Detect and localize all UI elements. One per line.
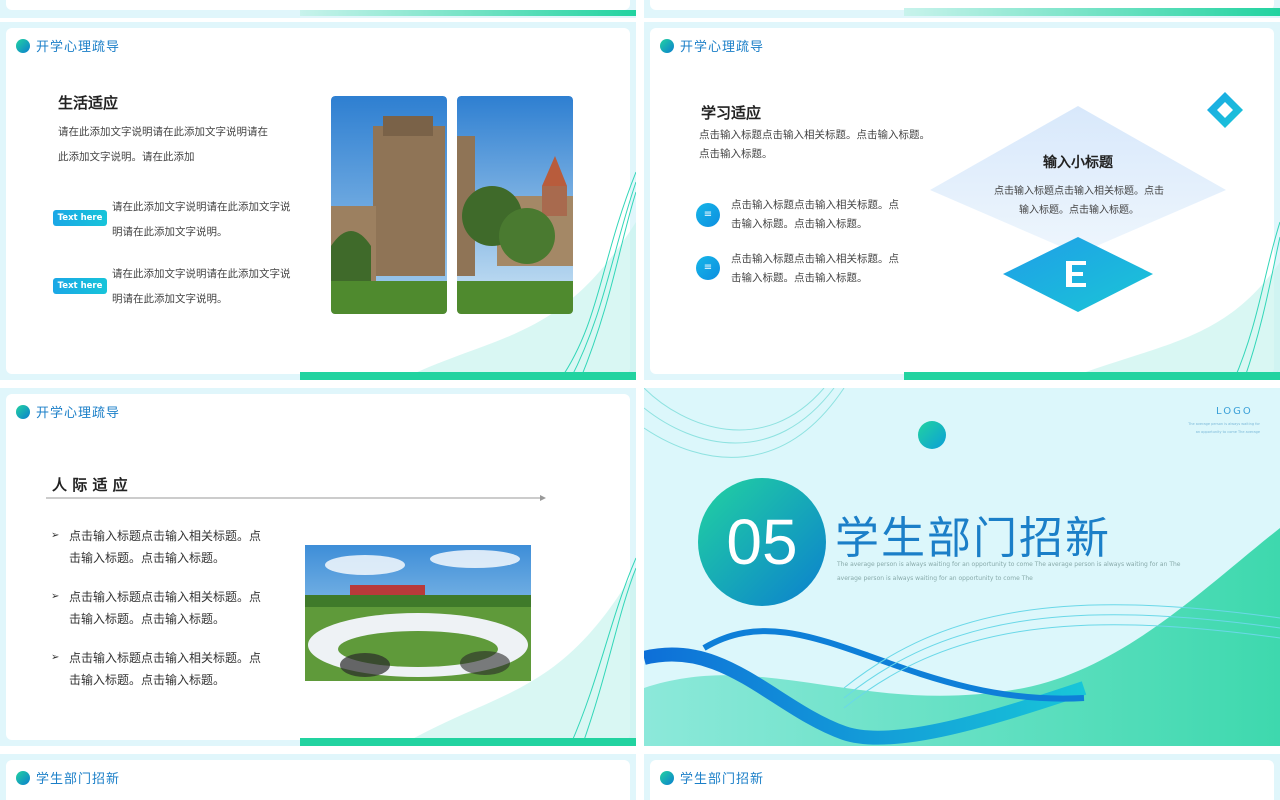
document-icon: ≡ (696, 256, 720, 280)
section-paragraph: 点击输入标题点击输入相关标题。点击输入标题。点击输入标题。 (699, 129, 930, 160)
item-text: 点击输入标题点击输入相关标题。点击输入标题。点击输入标题。 (731, 253, 899, 284)
bullet-item: ➢ 点击输入标题点击输入相关标题。点击输入标题。点击输入标题。 (51, 586, 269, 630)
arrow-bullet-icon: ➢ (51, 591, 60, 602)
slide-study-adaptation[interactable]: 开学心理疏导 学习适应 点击输入标题点击输入相关标题。点击输入标题。点击输入标题… (644, 22, 1280, 380)
header-label: 开学心理疏导 (680, 40, 765, 55)
title-underline-arrow (46, 495, 546, 501)
header-label: 开学心理疏导 (36, 40, 121, 55)
bullet-dot-icon (16, 38, 30, 53)
slide-header: 开学心理疏导 (16, 402, 120, 421)
header-label: 学生部门招新 (680, 772, 765, 787)
slide-student-recruit-right[interactable]: 学生部门招新 (644, 754, 1280, 800)
section-number: 05 (726, 506, 798, 578)
slide-student-recruit-left[interactable]: 学生部门招新 (0, 754, 636, 800)
slide-section-05[interactable]: LOGO The average person is always waitin… (644, 388, 1280, 746)
item-text: 请在此添加文字说明请在此添加文字说明请在此添加文字说明。 (112, 201, 291, 238)
header-label: 开学心理疏导 (36, 406, 121, 421)
wave-decoration (904, 8, 1280, 16)
bullet-item: ➢ 点击输入标题点击输入相关标题。点击输入标题。点击输入标题。 (51, 647, 269, 691)
section-title: 学习适应 (701, 104, 762, 122)
arrow-bullet-icon: ➢ (51, 530, 60, 541)
section-title: 人 际 适 应 (52, 476, 128, 494)
bullet-dot-icon (660, 38, 674, 53)
item-text: 请在此添加文字说明请在此添加文字说明请在此添加文字说明。 (112, 268, 291, 305)
text-here-badge[interactable]: Text here (53, 278, 107, 294)
students-group-photo (305, 545, 531, 681)
logo-text: LOGO (1216, 406, 1253, 417)
wave-decoration (300, 10, 636, 16)
section-title: 生活适应 (58, 94, 119, 112)
slide-header: 开学心理疏导 (16, 36, 120, 55)
bullet-dot-icon (660, 770, 674, 785)
decorative-ball (918, 421, 946, 449)
logo-subtitle: The average person is always waiting for… (1188, 422, 1260, 434)
slide-life-adaptation[interactable]: 开学心理疏导 生活适应 请在此添加文字说明请在此添加文字说明请在此添加文字说明。… (0, 22, 636, 380)
panel (6, 0, 630, 10)
arrow-bullet-icon: ➢ (51, 652, 60, 663)
slide-header: 学生部门招新 (660, 768, 764, 787)
section-paragraph: 请在此添加文字说明请在此添加文字说明请在此添加文字说明。请在此添加 (58, 126, 268, 163)
section-title: 学生部门招新 (835, 513, 1111, 564)
diamond-text: 点击输入标题点击输入相关标题。点击输入标题。点击输入标题。 (994, 186, 1164, 216)
bullet-item: ➢ 点击输入标题点击输入相关标题。点击输入标题。点击输入标题。 (51, 525, 269, 569)
diamond-title: 输入小标题 (1043, 155, 1113, 171)
section-subtitle: The average person is always waiting for… (837, 561, 1181, 582)
campus-building-photo-left (331, 96, 447, 314)
slide-header: 开学心理疏导 (660, 36, 764, 55)
bullet-dot-icon (16, 404, 30, 419)
bullet-dot-icon (16, 770, 30, 785)
slide-top-left (0, 0, 636, 18)
text-here-badge[interactable]: Text here (53, 210, 107, 226)
slide-social-adaptation[interactable]: 开学心理疏导 人 际 适 应 ➢ 点击输入标题点击输入相关标题。点击输入标题。点击… (0, 388, 636, 746)
document-icon: ≡ (696, 203, 720, 227)
section-number-circle: 05 (698, 478, 826, 606)
campus-building-photo-right (457, 96, 573, 314)
header-label: 学生部门招新 (36, 772, 121, 787)
item-text: 点击输入标题点击输入相关标题。点击输入标题。点击输入标题。 (731, 199, 899, 230)
slide-top-right (644, 0, 1280, 18)
logo-diamond-icon (1207, 92, 1243, 128)
slide-header: 学生部门招新 (16, 768, 120, 787)
